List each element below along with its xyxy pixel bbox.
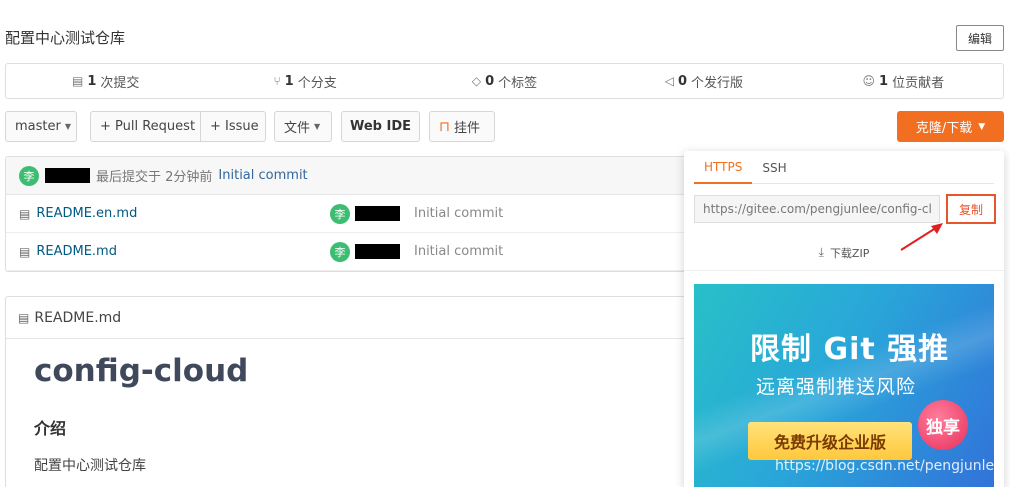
file-link[interactable]: ▤ README.md [19, 244, 117, 259]
release-icon: ◁ [664, 74, 674, 88]
tab-ssh[interactable]: SSH [752, 151, 796, 184]
file-icon: ▤ [18, 310, 30, 325]
file-name: README.md [36, 244, 117, 259]
contributors-icon: ☺ [862, 74, 876, 88]
stat-label: 个标签 [498, 75, 538, 91]
stat-label: 个分支 [297, 75, 337, 91]
copy-button[interactable]: 复制 [946, 194, 996, 224]
stat-label: 个发行版 [691, 75, 744, 91]
stat-branches[interactable]: ⑂ 1 个分支 [205, 72, 404, 91]
commit-message[interactable]: Initial commit [414, 206, 503, 221]
branch-icon: ⑂ [273, 74, 281, 88]
download-zip-label: 下载ZIP [829, 246, 870, 260]
promo-banner[interactable]: 限制 Git 强推 远离强制推送风险 免费升级企业版 独享 [694, 284, 994, 487]
stat-commits[interactable]: ▤ 1 次提交 [6, 72, 205, 91]
file-menu[interactable]: 文件 ▼ [274, 111, 332, 142]
redacted-author [355, 206, 400, 221]
download-icon: ⤓ [818, 245, 824, 259]
banner-subtitle: 远离强制推送风险 [756, 376, 917, 398]
download-zip-button[interactable]: ⤓ 下载ZIP [684, 235, 1004, 271]
commit-message[interactable]: Initial commit [414, 244, 503, 259]
last-commit-text: 最后提交于 2分钟前 [96, 170, 213, 185]
bookmark-icon: ⊓ [439, 118, 450, 135]
readme-paragraph: 配置中心测试仓库 [34, 458, 146, 474]
issue-button[interactable]: + Issue [200, 111, 266, 142]
clone-popup: HTTPS SSH 复制 ⤓ 下载ZIP 限制 Git 强推 远离强制推送风险 … [684, 151, 1004, 487]
caret-down-icon: ▼ [978, 121, 986, 132]
tab-https[interactable]: HTTPS [694, 151, 753, 184]
readme-heading: config-cloud [34, 353, 249, 389]
exclusive-badge: 独享 [918, 400, 968, 450]
file-name: README.en.md [36, 206, 138, 221]
stats-bar: ▤ 1 次提交 ⑂ 1 个分支 ◇ 0 个标签 ◁ 0 个发行版 ☺ 1 位贡献… [5, 63, 1004, 99]
file-icon: ▤ [19, 206, 31, 221]
branch-label: master [15, 119, 61, 134]
readme-filename: README.md [34, 309, 122, 326]
stat-contributors[interactable]: ☺ 1 位贡献者 [804, 72, 1003, 91]
file-label: 文件 [284, 121, 311, 136]
annotation-arrow-icon [900, 223, 943, 251]
stat-count: 1 [879, 73, 889, 89]
clone-url-input[interactable] [694, 195, 940, 223]
file-link[interactable]: ▤ README.en.md [19, 206, 137, 221]
redacted-author [45, 168, 90, 183]
caret-down-icon: ▼ [314, 122, 321, 131]
clone-label: 克隆/下载 [915, 121, 973, 136]
redacted-author [355, 244, 400, 259]
stat-count: 0 [678, 73, 688, 89]
watermark-text: https://blog.csdn.net/pengjunlee [775, 458, 1003, 474]
stat-tags[interactable]: ◇ 0 个标签 [405, 72, 604, 91]
widget-button[interactable]: ⊓ 挂件 [429, 111, 495, 142]
avatar[interactable]: 李 [330, 242, 350, 262]
stat-label: 次提交 [100, 75, 140, 91]
edit-button[interactable]: 编辑 [956, 25, 1004, 51]
tag-icon: ◇ [471, 74, 482, 88]
stat-releases[interactable]: ◁ 0 个发行版 [604, 72, 803, 91]
repo-title: 配置中心测试仓库 [5, 29, 126, 47]
branch-select[interactable]: master ▼ [5, 111, 77, 142]
avatar[interactable]: 李 [19, 165, 39, 186]
stat-count: 0 [485, 73, 495, 89]
upgrade-button[interactable]: 免费升级企业版 [748, 422, 912, 460]
pull-request-button[interactable]: + Pull Request [90, 111, 201, 142]
stat-count: 1 [87, 73, 97, 89]
protocol-tabs: HTTPS SSH [694, 151, 994, 184]
stat-label: 位贡献者 [892, 75, 945, 91]
caret-down-icon: ▼ [64, 122, 71, 131]
last-commit-message[interactable]: Initial commit [218, 168, 307, 183]
stat-count: 1 [284, 73, 294, 89]
webide-button[interactable]: Web IDE [341, 111, 420, 142]
clone-download-button[interactable]: 克隆/下载 ▼ [897, 111, 1004, 142]
file-icon: ▤ [19, 244, 31, 259]
widget-label: 挂件 [453, 121, 480, 136]
banner-title: 限制 Git 强推 [750, 332, 950, 367]
avatar[interactable]: 李 [330, 204, 350, 224]
commit-icon: ▤ [72, 74, 84, 88]
readme-subheading: 介绍 [34, 419, 67, 438]
